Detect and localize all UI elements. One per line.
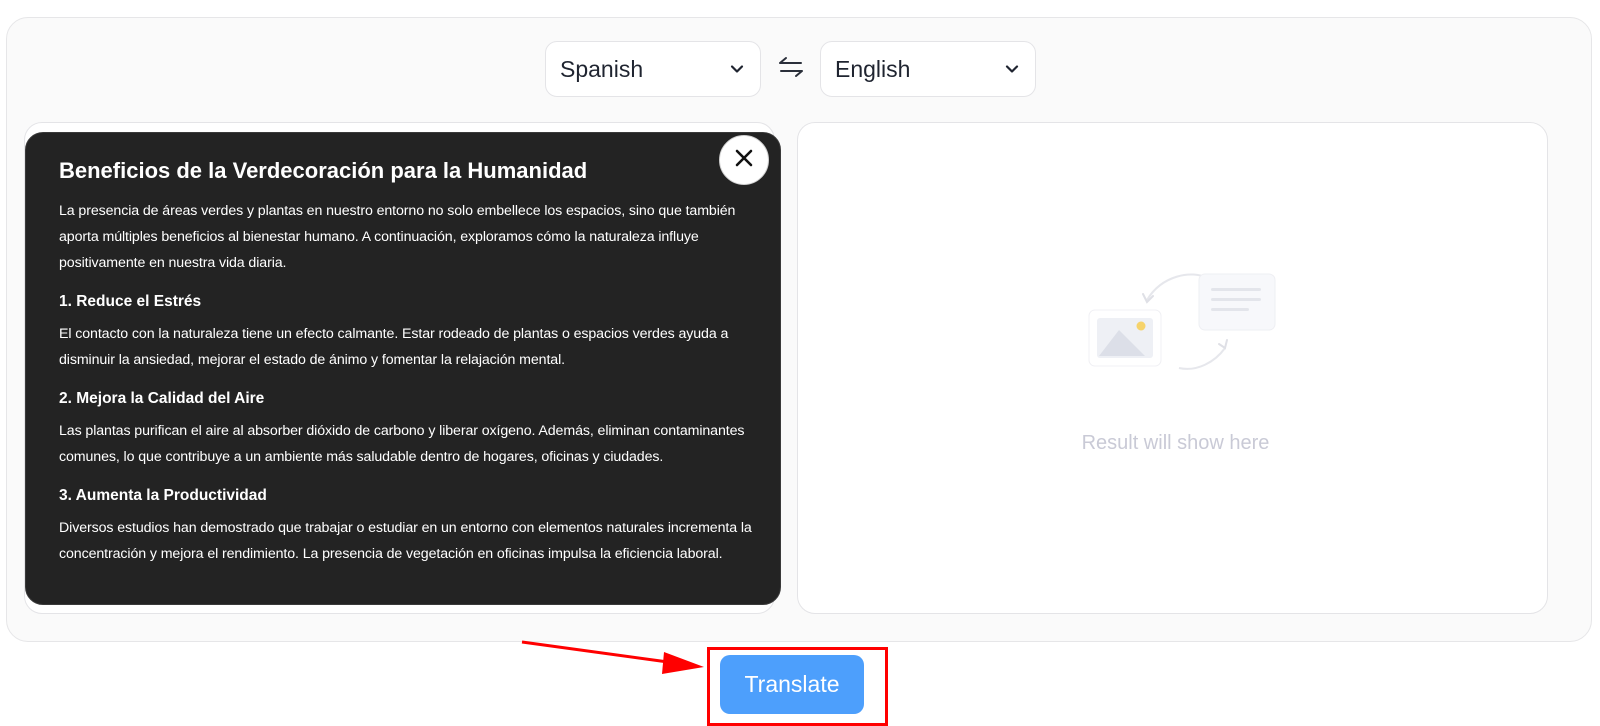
source-language-select[interactable]: Spanish (545, 41, 761, 97)
section-body: Las plantas purifican el aire al absorbe… (59, 423, 745, 465)
section-body: El contacto con la naturaleza tiene un e… (59, 326, 729, 368)
image-to-document-illustration-icon (1087, 270, 1277, 388)
remove-document-button[interactable] (719, 135, 769, 185)
section-heading: 1. Reduce el Estrés (59, 293, 202, 310)
source-document-preview: Beneficios de la Verdecoración para la H… (25, 132, 781, 605)
section-body: Diversos estudios han demostrado que tra… (59, 520, 752, 562)
section-heading: 2. Mejora la Calidad del Aire (59, 390, 265, 407)
target-language-label: English (835, 55, 911, 82)
close-icon (734, 148, 754, 173)
section-heading: 3. Aumenta la Productividad (59, 487, 267, 504)
chevron-down-icon (728, 60, 746, 78)
document-title: Beneficios de la Verdecoración para la H… (59, 158, 588, 183)
language-bar: Spanish English (0, 41, 1600, 97)
swap-languages-button[interactable] (775, 53, 807, 85)
source-language-label: Spanish (560, 55, 644, 82)
target-language-select[interactable]: English (820, 41, 1036, 97)
swap-arrows-icon (777, 55, 805, 84)
translate-button[interactable]: Translate (720, 655, 864, 714)
result-placeholder: Result will show here (1081, 432, 1270, 454)
chevron-down-icon (1003, 60, 1021, 78)
document-intro: La presencia de áreas verdes y plantas e… (59, 203, 736, 271)
